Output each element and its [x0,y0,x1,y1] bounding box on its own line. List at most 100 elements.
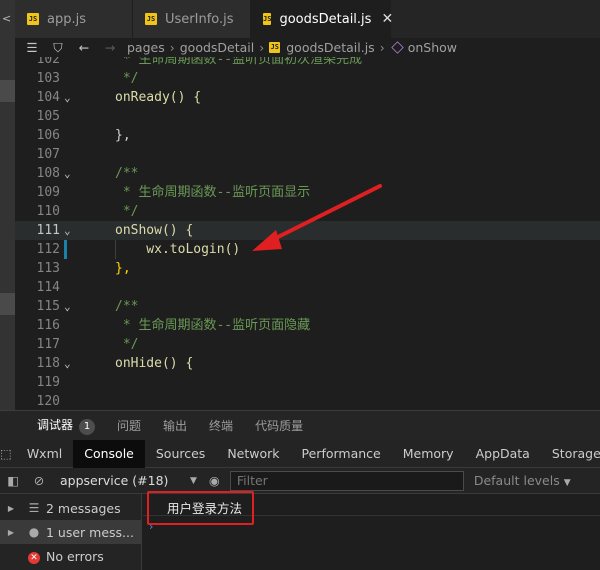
line-number: 108 [36,166,60,181]
code-line[interactable]: 108 ⌄ /** [15,164,600,183]
tab-code-quality[interactable]: 代码质量 [255,417,303,434]
activity-bar: < [0,0,15,410]
back-button[interactable]: ← [75,40,93,55]
code-line[interactable]: 102 * 生命周期函数--监听页面初次渲染完成 [15,57,600,69]
line-number: 119 [36,375,60,390]
code-line[interactable]: 115 ⌄ /** [15,297,600,316]
filter-input[interactable] [229,470,464,491]
devtools-tab-memory[interactable]: Memory [392,440,465,468]
sidebar-item-user-messages[interactable]: ▶ ● 1 user mess... [0,520,142,544]
code-line[interactable]: 117 */ [15,335,600,354]
tab-debugger[interactable]: 调试器 1 [37,416,96,435]
console-sidebar: ▶ ☰ 2 messages ▶ ● 1 user mess... ✕ No e… [0,494,142,570]
code-text: */ [115,337,139,352]
expand-triangle-icon[interactable]: ▶ [0,504,22,513]
forward-button[interactable]: → [101,40,119,55]
line-number: 111 [36,223,60,238]
line-number: 120 [36,394,60,409]
indent-guide [115,240,116,259]
line-number: 109 [36,185,60,200]
tab-label: 调试器 [37,418,74,432]
line-number: 106 [36,128,60,143]
code-text: }, [115,261,131,276]
line-number: 103 [36,71,60,86]
code-line[interactable]: 112 wx.toLogin() [15,240,600,259]
devtools-tab-network[interactable]: Network [216,440,290,468]
fold-chevron-icon[interactable]: ⌄ [64,354,78,373]
devtools-tab-sources[interactable]: Sources [145,440,216,468]
code-line[interactable]: 111 ⌄ onShow() { [15,221,600,240]
code-line[interactable]: 109 * 生命周期函数--监听页面显示 [15,183,600,202]
line-number: 107 [36,147,60,162]
breadcrumb-file[interactable]: goodsDetail.js [286,40,374,55]
console-prompt-icon[interactable]: › [149,520,153,533]
code-text: }, [115,128,131,143]
devtools-tab-appdata[interactable]: AppData [465,440,541,468]
code-line[interactable]: 103 */ [15,69,600,88]
code-line[interactable]: 114 [15,278,600,297]
tab-terminal[interactable]: 终端 [209,417,233,434]
log-levels-label: Default levels [473,473,560,488]
close-icon[interactable]: ✕ [381,11,393,27]
breadcrumb-symbol[interactable]: onShow [408,40,457,55]
tab-app-js[interactable]: JS app.js [15,0,133,38]
clear-console-icon[interactable]: ⊘ [26,473,52,488]
breadcrumb-pages[interactable]: pages [127,40,165,55]
expand-triangle-icon[interactable]: ▶ [0,528,22,537]
code-text: onHide() { [115,356,194,371]
bookmark-icon[interactable]: ⛉ [49,40,67,56]
code-line[interactable]: 113}, [15,259,600,278]
sidebar-toggle-icon[interactable]: ◧ [0,473,26,488]
line-number: 110 [36,204,60,219]
code-text: * 生命周期函数--监听页面显示 [115,185,311,200]
sidebar-item-label: 2 messages [46,500,121,516]
tab-goodsdetail-js[interactable]: JS goodsDetail.js ✕ [251,0,393,38]
line-number: 102 [36,57,60,67]
fold-chevron-icon[interactable]: ⌄ [64,221,78,240]
tab-label: goodsDetail.js [279,11,372,27]
collapse-icon[interactable]: < [2,12,11,25]
code-text: * 生命周期函数--监听页面隐藏 [115,318,311,333]
chevron-right-icon: › [169,40,175,55]
code-line[interactable]: 106}, [15,126,600,145]
code-text: wx.toLogin() [115,242,241,257]
eye-icon[interactable]: ◉ [209,473,220,488]
list-icon[interactable]: ☰ [23,40,41,55]
code-line[interactable]: 120 [15,392,600,410]
sidebar-item-messages[interactable]: ▶ ☰ 2 messages [0,496,142,520]
devtools-tab-wxml[interactable]: Wxml [16,440,73,468]
context-selector[interactable]: appservice (#18) [60,473,190,488]
sidebar-item-errors[interactable]: ✕ No errors [0,544,142,568]
code-line[interactable]: 110 */ [15,202,600,221]
chevron-down-icon[interactable]: ▼ [190,476,197,486]
tab-output[interactable]: 输出 [163,417,187,434]
code-line[interactable]: 116 * 生命周期函数--监听页面隐藏 [15,316,600,335]
code-editor[interactable]: 102 * 生命周期函数--监听页面初次渲染完成 103 */104 ⌄ onRead… [15,57,600,410]
code-line[interactable]: 105 [15,107,600,126]
devtools-tab-console[interactable]: Console [73,439,145,468]
code-text: */ [115,204,139,219]
console-output[interactable]: 用户登录方法 › [143,494,600,570]
breadcrumb-goodsdetail[interactable]: goodsDetail [180,40,255,55]
sidebar-item-label: No errors [46,548,104,564]
inspect-element-icon[interactable]: ⬚ [0,440,12,468]
tab-problems[interactable]: 问题 [117,417,141,434]
code-line[interactable]: 107 [15,145,600,164]
log-levels-dropdown[interactable]: Default levels ▼ [474,473,571,488]
tab-label: app.js [47,11,86,27]
devtools-tab-performance[interactable]: Performance [291,440,392,468]
code-line[interactable]: 104 ⌄ onReady() { [15,88,600,107]
sidebar-item-label: 1 user mess... [46,524,134,540]
fold-chevron-icon[interactable]: ⌄ [64,88,78,107]
fold-chevron-icon[interactable]: ⌄ [64,297,78,316]
code-text: onReady() { [115,90,202,105]
line-number: 113 [36,261,60,276]
line-number: 117 [36,337,60,352]
code-text: onShow() { [115,223,194,238]
js-file-icon: JS [269,42,281,53]
code-line[interactable]: 118 ⌄ onHide() { [15,354,600,373]
fold-chevron-icon[interactable]: ⌄ [64,164,78,183]
code-line[interactable]: 119 [15,373,600,392]
devtools-tab-storage[interactable]: Storage [541,440,600,468]
tab-userinfo-js[interactable]: JS UserInfo.js [133,0,251,38]
